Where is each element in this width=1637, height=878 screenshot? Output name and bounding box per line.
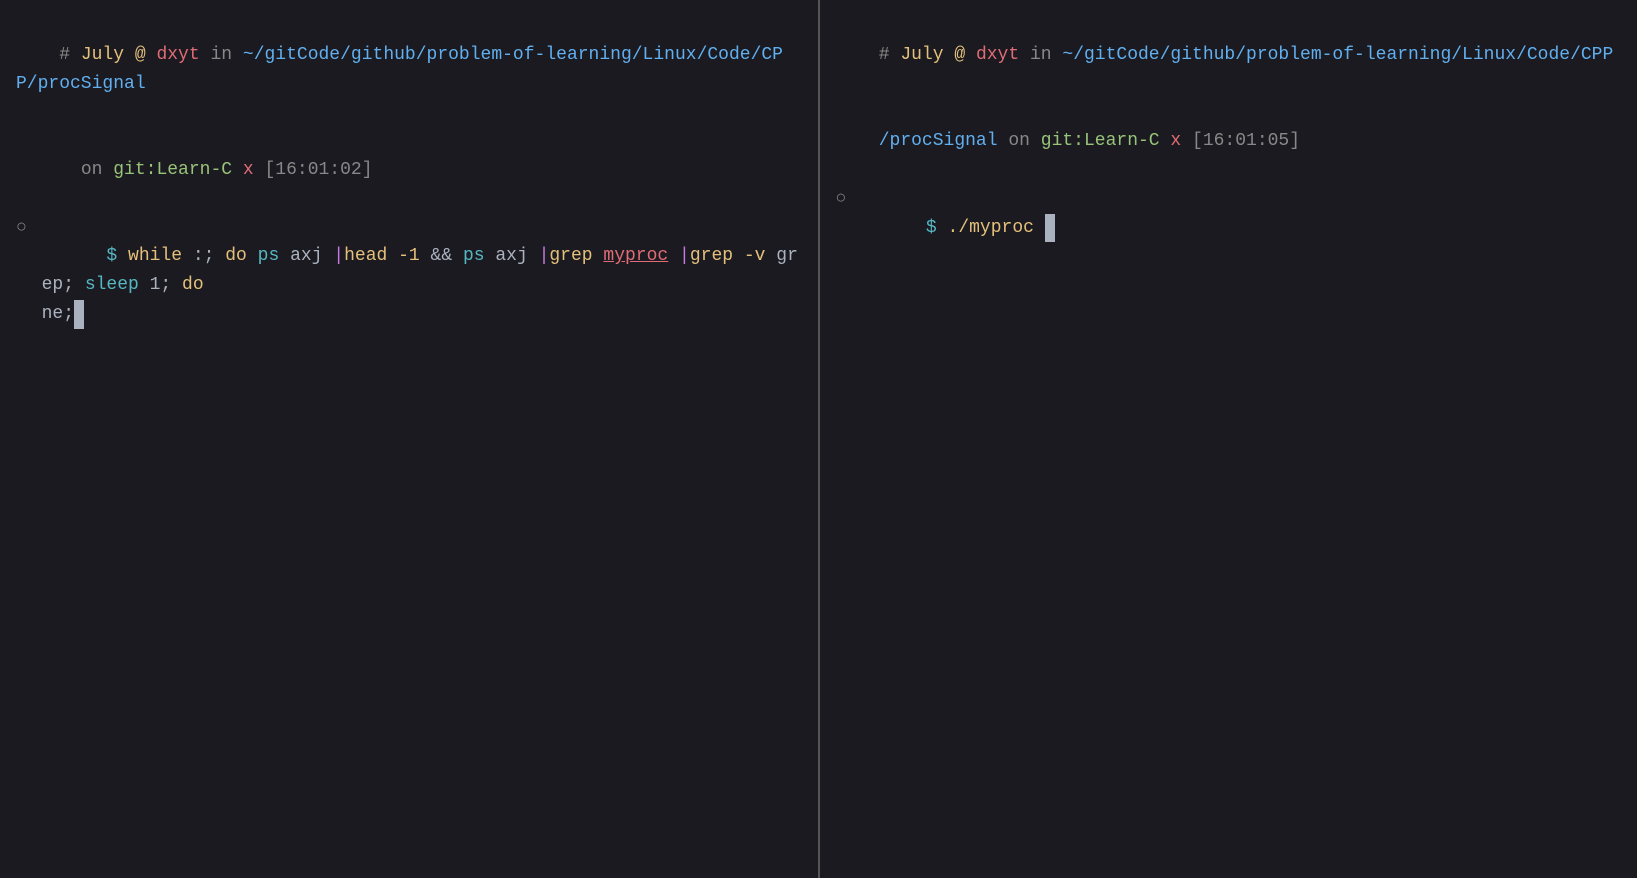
- left-terminal-pane[interactable]: # July @ dxyt in ~/gitCode/github/proble…: [0, 0, 820, 878]
- left-ps2: ps: [463, 246, 485, 266]
- left-and: &&: [420, 246, 463, 266]
- right-path-cont-line: /procSignal on git:Learn-C x [16:01:05]: [836, 98, 1622, 184]
- left-git-label: git:: [113, 160, 156, 180]
- right-user: dxyt: [976, 45, 1019, 65]
- left-x: x: [232, 160, 264, 180]
- left-prompt-circle: ○: [16, 214, 38, 243]
- right-branch: Learn-C: [1084, 131, 1160, 151]
- left-command-content: $ while :; do ps axj |head -1 && ps axj …: [42, 214, 802, 358]
- right-path: ~/gitCode/github/problem-of-learning/Lin…: [1062, 45, 1613, 65]
- left-space1: [593, 246, 604, 266]
- left-comment-hash: #: [59, 45, 81, 65]
- left-grep2: grep: [690, 246, 733, 266]
- left-space2: [668, 246, 679, 266]
- left-month: July: [81, 45, 124, 65]
- right-command-content: $ ./myproc: [861, 185, 1621, 271]
- right-comment-hash: #: [879, 45, 901, 65]
- left-branch: Learn-C: [156, 160, 232, 180]
- left-grep1: grep: [549, 246, 592, 266]
- left-sleep: sleep: [74, 275, 139, 295]
- left-head: head: [344, 246, 387, 266]
- left-header-line: # July @ dxyt in ~/gitCode/github/proble…: [16, 12, 802, 127]
- right-command: ./myproc: [948, 218, 1034, 238]
- left-time: [16:01:02]: [264, 160, 372, 180]
- right-cursor: [1045, 214, 1055, 243]
- right-git-label: git:: [1041, 131, 1084, 151]
- left-git-line: on git:Learn-C x [16:01:02]: [16, 127, 802, 213]
- left-axj2: axj: [485, 246, 539, 266]
- left-flag1: -1: [387, 246, 419, 266]
- right-header-line: # July @ dxyt in ~/gitCode/github/proble…: [836, 12, 1622, 98]
- right-in: in: [1019, 45, 1062, 65]
- left-user: dxyt: [156, 45, 199, 65]
- right-at: @: [944, 45, 976, 65]
- left-while: while: [128, 246, 182, 266]
- right-time: [16:01:05]: [1192, 131, 1300, 151]
- left-colon: :;: [182, 246, 214, 266]
- right-x: x: [1160, 131, 1192, 151]
- left-dollar: $: [106, 246, 128, 266]
- left-command-line: ○ $ while :; do ps axj |head -1 && ps ax…: [16, 214, 802, 358]
- left-one: 1;: [139, 275, 171, 295]
- left-ps1: ps: [247, 246, 279, 266]
- left-ne: ne;: [42, 304, 74, 324]
- left-pipe3: |: [679, 246, 690, 266]
- right-path-cont: /procSignal: [879, 131, 998, 151]
- left-at: @: [124, 45, 156, 65]
- left-do2: do: [171, 275, 203, 295]
- left-myproc: myproc: [603, 246, 668, 266]
- left-do: do: [214, 246, 246, 266]
- right-terminal-pane[interactable]: # July @ dxyt in ~/gitCode/github/proble…: [820, 0, 1637, 878]
- left-pipe2: |: [539, 246, 550, 266]
- right-month: July: [900, 45, 943, 65]
- right-space: [1034, 218, 1045, 238]
- left-cursor: [74, 300, 84, 329]
- left-on: on: [59, 160, 113, 180]
- left-v: -v: [733, 246, 765, 266]
- right-dollar: $: [926, 218, 948, 238]
- right-command-line: ○ $ ./myproc: [836, 185, 1622, 271]
- right-prompt-circle: ○: [836, 185, 858, 214]
- right-on: on: [998, 131, 1041, 151]
- left-in: in: [200, 45, 243, 65]
- left-pipe1: |: [333, 246, 344, 266]
- left-axj1: axj: [279, 246, 333, 266]
